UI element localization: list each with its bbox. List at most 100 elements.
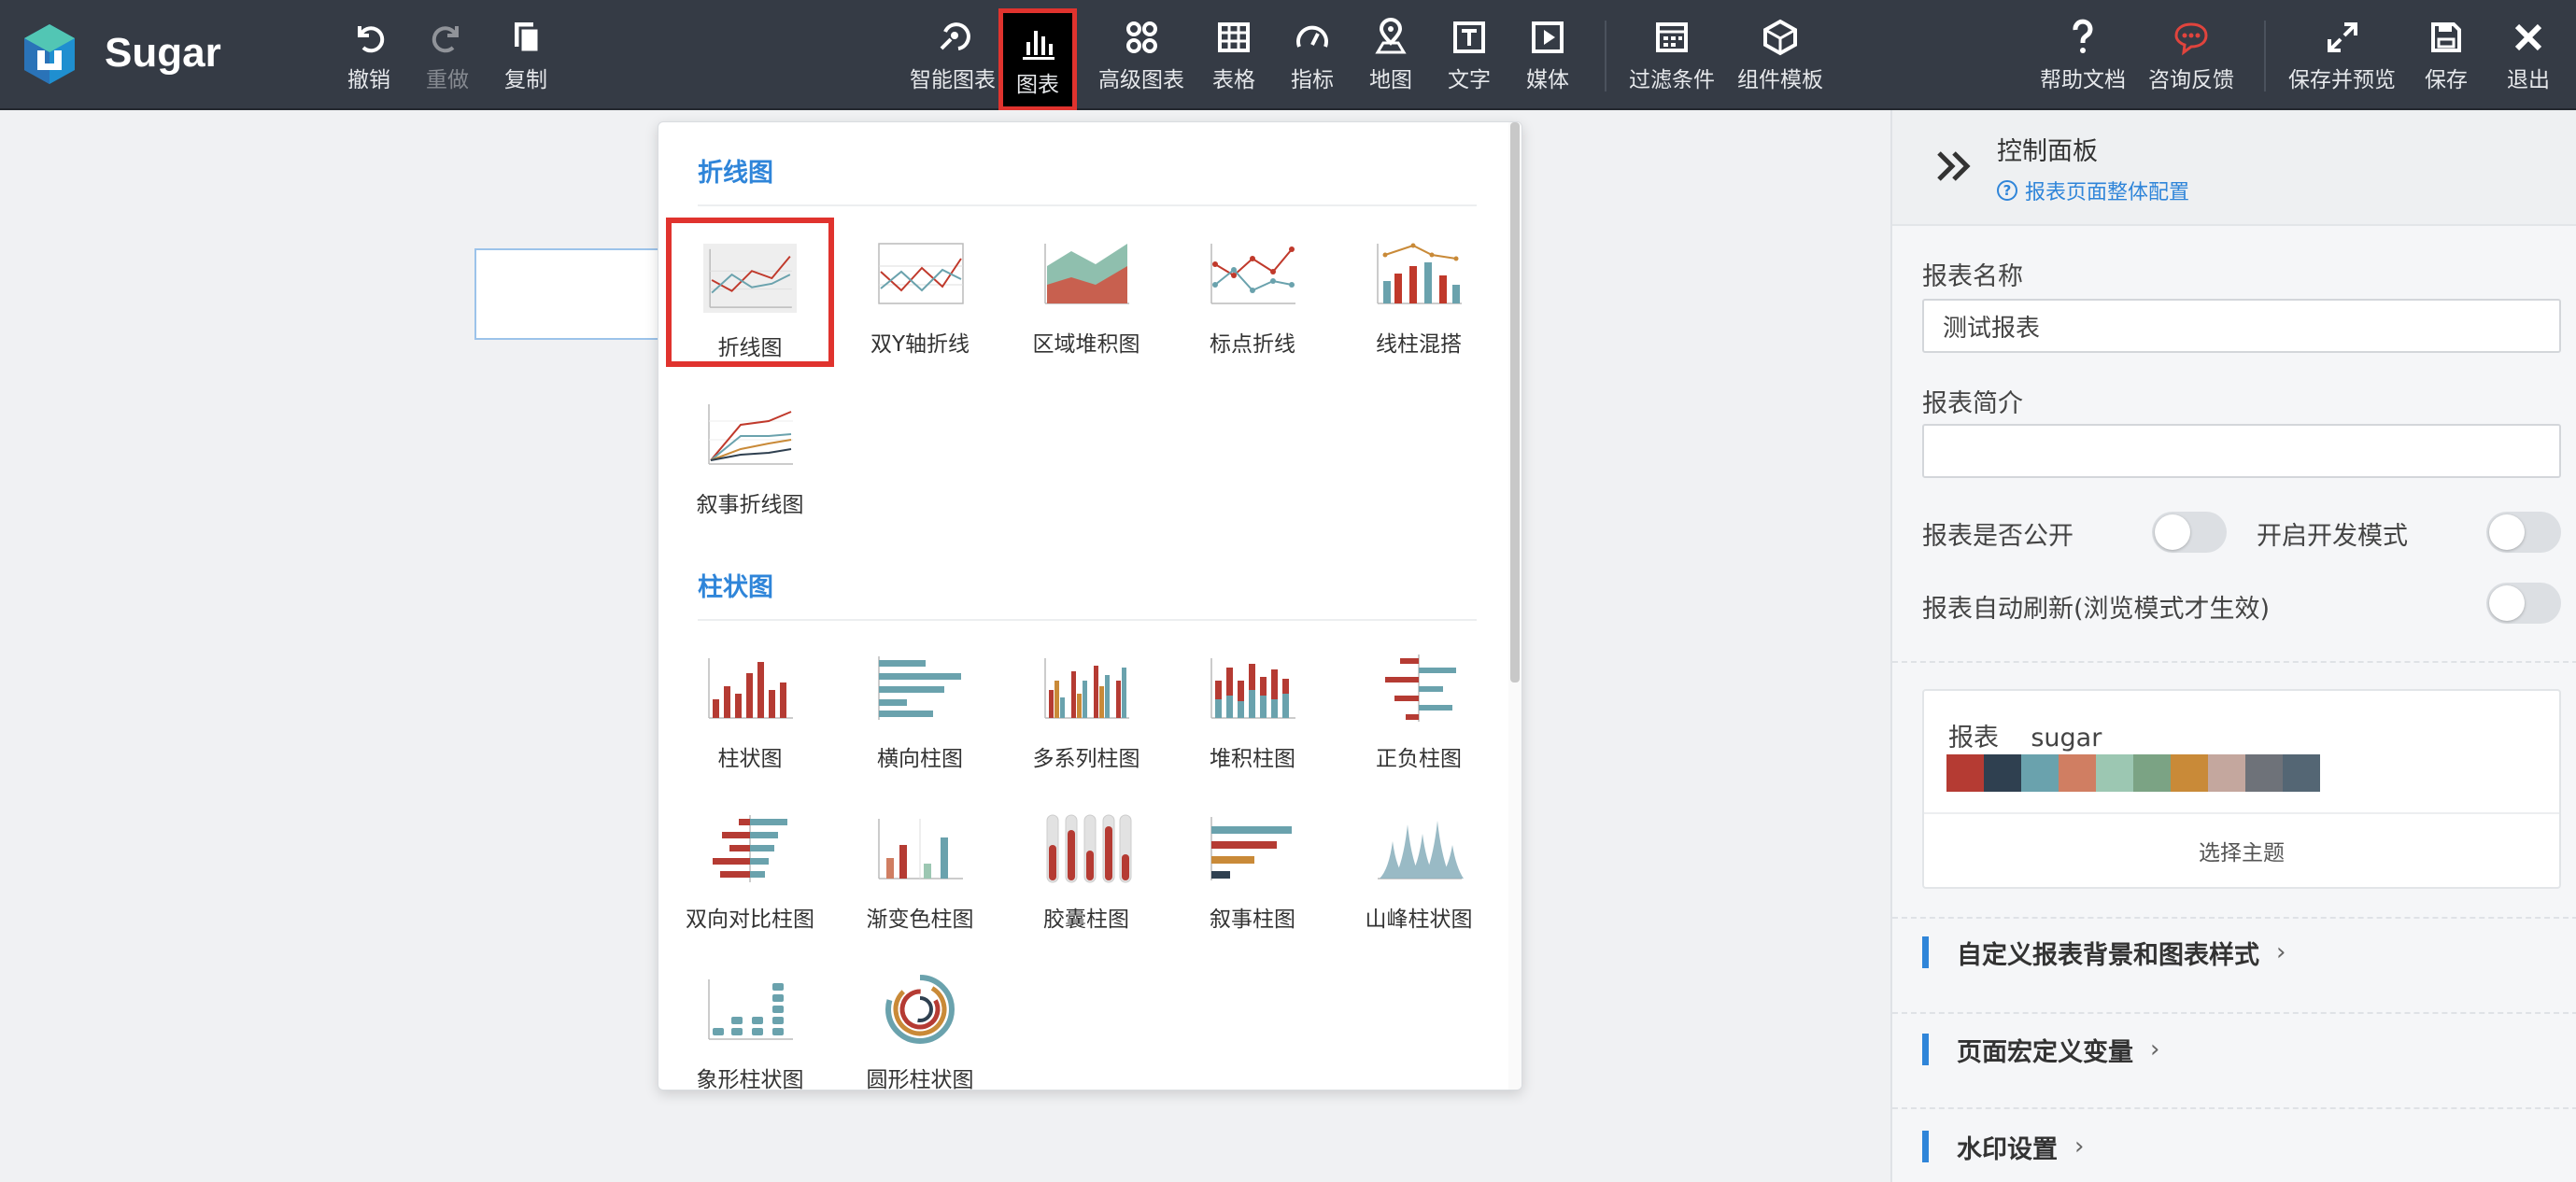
chart-option-gradient-bar[interactable]: 渐变色柱图 (836, 793, 1004, 942)
toolbar-divider (2264, 21, 2266, 91)
chart-option-marker-line[interactable]: 标点折线 (1168, 218, 1337, 367)
chart-type-dropdown: 折线图 折线图 双Y轴折线 区域堆积图 标点折线 线柱混搭 叙事折线图 柱状图 … (658, 121, 1522, 1091)
theme-color-swatch (2283, 754, 2320, 792)
table-button[interactable]: 表格 (1212, 17, 1255, 95)
exit-label: 退出 (2507, 68, 2550, 92)
macro-variables-section[interactable]: 页面宏定义变量 › (1922, 1031, 2159, 1068)
redo-label: 重做 (426, 68, 469, 92)
theme-name: 报表 sugar (1948, 724, 2102, 753)
custom-background-section[interactable]: 自定义报表背景和图表样式 › (1922, 934, 2286, 971)
report-name-input[interactable]: 测试报表 (1922, 299, 2561, 353)
copy-label: 复制 (504, 68, 547, 92)
filter-label: 过滤条件 (1629, 68, 1715, 92)
component-template-button[interactable]: 组件模板 (1737, 17, 1823, 95)
collapse-double-chevron-icon[interactable] (1932, 144, 1976, 189)
report-desc-input[interactable] (1922, 424, 2561, 478)
redo-button[interactable]: 重做 (426, 17, 469, 95)
stacked-bar-thumb-icon (1206, 653, 1299, 724)
circular-bar-thumb-icon (873, 974, 967, 1045)
smart-chart-button[interactable]: 智能图表 (910, 17, 996, 95)
indicator-button[interactable]: 指标 (1291, 17, 1334, 95)
media-button[interactable]: 媒体 (1526, 17, 1569, 95)
chart-option-bar[interactable]: 柱状图 (666, 632, 834, 781)
bar-section-title: 柱状图 (698, 573, 773, 602)
horizontal-bar-thumb-icon (873, 653, 967, 724)
chart-option-multi-series-bar[interactable]: 多系列柱图 (1002, 632, 1170, 781)
public-toggle[interactable] (2152, 512, 2227, 553)
peak-bar-thumb-icon (1372, 813, 1465, 884)
redo-icon (432, 26, 459, 53)
exit-button[interactable]: 退出 (2507, 17, 2550, 95)
advanced-chart-button[interactable]: 高级图表 (1098, 17, 1184, 95)
chart-option-dual-y-line[interactable]: 双Y轴折线 (836, 218, 1004, 367)
chart-option-bidirectional-bar[interactable]: 双向对比柱图 (666, 793, 834, 942)
toolbar-divider (1605, 21, 1606, 91)
choose-theme-button[interactable]: 选择主题 (1924, 835, 2559, 866)
auto-refresh-toggle[interactable] (2486, 583, 2561, 624)
advanced-chart-icon (1126, 21, 1157, 53)
map-label: 地图 (1369, 68, 1412, 92)
theme-divider (1924, 812, 2559, 814)
section-divider (1892, 1012, 2576, 1014)
smart-chart-icon (940, 22, 970, 50)
chart-option-peak-bar[interactable]: 山峰柱状图 (1335, 793, 1503, 942)
chat-bubble-icon (2174, 22, 2208, 56)
chart-option-label: 多系列柱图 (1032, 747, 1140, 771)
page-config-link[interactable]: ? 报表页面整体配置 (1997, 176, 2189, 205)
text-icon (1453, 21, 1485, 53)
chart-option-circular-bar[interactable]: 圆形柱状图 (836, 953, 1004, 1091)
chart-button[interactable]: 图表 (998, 8, 1077, 111)
bar-chart-icon (1023, 31, 1054, 60)
map-pin-icon (1375, 18, 1407, 54)
theme-color-swatch (2133, 754, 2171, 792)
chart-option-positive-negative-bar[interactable]: 正负柱图 (1335, 632, 1503, 781)
filter-button[interactable]: 过滤条件 (1629, 17, 1715, 95)
text-button[interactable]: 文字 (1448, 17, 1491, 95)
line-section-title: 折线图 (698, 159, 773, 188)
bidirectional-bar-thumb-icon (703, 813, 797, 884)
theme-color-swatches (1946, 754, 2320, 792)
section-divider (698, 619, 1477, 621)
chart-option-stacked-area[interactable]: 区域堆积图 (1002, 218, 1170, 367)
save-button[interactable]: 保存 (2425, 17, 2468, 95)
sugar-logo-icon (24, 24, 75, 84)
dropdown-scrollbar[interactable] (1508, 122, 1522, 1090)
chart-option-capsule-bar[interactable]: 胶囊柱图 (1002, 793, 1170, 942)
chart-option-line-bar-combo[interactable]: 线柱混搭 (1335, 218, 1503, 367)
chart-option-narrative-line[interactable]: 叙事折线图 (666, 378, 834, 528)
help-docs-button[interactable]: 帮助文档 (2040, 17, 2126, 95)
watermark-section[interactable]: 水印设置 › (1922, 1128, 2084, 1165)
theme-color-swatch (2208, 754, 2245, 792)
chart-option-label: 圆形柱状图 (866, 1068, 974, 1091)
dev-mode-toggle[interactable] (2486, 512, 2561, 553)
map-button[interactable]: 地图 (1369, 17, 1412, 95)
question-icon (2073, 19, 2093, 53)
chart-option-label: 正负柱图 (1376, 747, 1462, 771)
chart-option-line[interactable]: 折线图 (666, 218, 834, 367)
close-icon (2514, 23, 2542, 51)
section-divider (1892, 1107, 2576, 1109)
save-preview-button[interactable]: 保存并预览 (2288, 17, 2396, 95)
public-toggle-label: 报表是否公开 (1922, 522, 2074, 551)
copy-button[interactable]: 复制 (504, 17, 547, 95)
question-circle-icon: ? (1997, 180, 2017, 201)
undo-button[interactable]: 撤销 (347, 17, 390, 95)
chart-option-stacked-bar[interactable]: 堆积柱图 (1168, 632, 1337, 781)
watermark-title: 水印设置 (1957, 1134, 2058, 1164)
dropdown-scrollbar-thumb[interactable] (1510, 122, 1520, 682)
feedback-button[interactable]: 咨询反馈 (2148, 17, 2234, 95)
narrative-bar-thumb-icon (1206, 813, 1299, 884)
theme-card[interactable]: 报表 sugar 选择主题 (1922, 689, 2561, 889)
feedback-label: 咨询反馈 (2148, 68, 2234, 92)
chart-option-label: 叙事折线图 (696, 493, 804, 517)
cube-template-icon (1763, 19, 1797, 56)
theme-color-swatch (2245, 754, 2283, 792)
chart-option-pictorial-bar[interactable]: 象形柱状图 (666, 953, 834, 1090)
chart-option-label: 叙事柱图 (1210, 908, 1295, 932)
stacked-area-thumb-icon (1040, 238, 1133, 309)
chart-option-label: 柱状图 (717, 747, 783, 771)
chart-option-narrative-bar[interactable]: 叙事柱图 (1168, 793, 1337, 942)
copy-icon (515, 22, 541, 54)
chart-label: 图表 (1016, 73, 1059, 97)
chart-option-horizontal-bar[interactable]: 横向柱图 (836, 632, 1004, 781)
